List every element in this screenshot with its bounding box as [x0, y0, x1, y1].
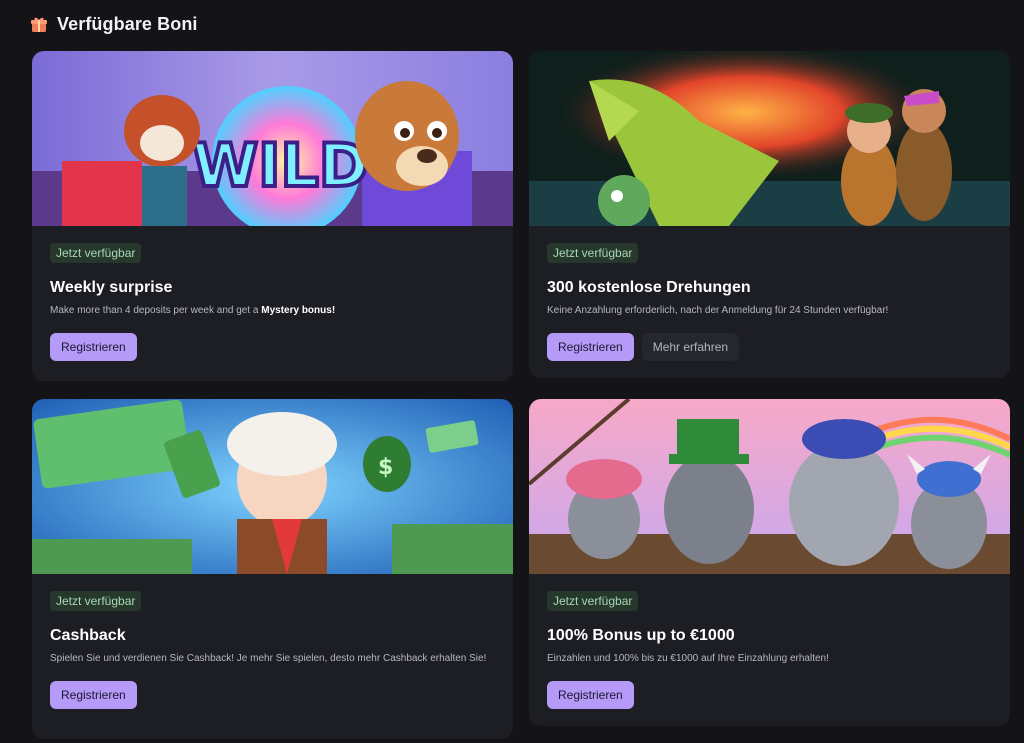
page-title: Verfügbare Boni — [57, 13, 198, 34]
bonus-banner-image — [529, 51, 1010, 226]
register-button[interactable]: Registrieren — [50, 681, 137, 709]
status-badge: Jetzt verfügbar — [547, 591, 639, 611]
bonus-description: Make more than 4 deposits per week and g… — [50, 305, 336, 316]
bonus-banner-image: $ — [32, 399, 513, 574]
bonus-card-deposit-bonus: Jetzt verfügbar 100% Bonus up to €1000 E… — [529, 399, 1010, 726]
status-badge: Jetzt verfügbar — [50, 243, 142, 263]
register-button[interactable]: Registrieren — [50, 333, 137, 361]
bonus-description: Einzahlen und 100% bis zu €1000 auf Ihre… — [547, 653, 829, 664]
bonus-title: 300 kostenlose Drehungen — [547, 279, 751, 296]
bonus-description: Spielen Sie und verdienen Sie Cashback! … — [50, 653, 487, 664]
svg-text:$: $ — [378, 455, 393, 480]
bonus-card-cashback: $ Jetzt verfügbar Cashback Spielen Sie u… — [32, 399, 513, 739]
bonus-card-free-spins: Jetzt verfügbar 300 kostenlose Drehungen… — [529, 51, 1010, 378]
section-header: Verfügbare Boni — [30, 10, 198, 38]
bonus-title: 100% Bonus up to €1000 — [547, 627, 735, 644]
bonus-description: Keine Anzahlung erforderlich, nach der A… — [547, 305, 889, 316]
status-badge: Jetzt verfügbar — [50, 591, 142, 611]
bonus-banner-image: WILD — [32, 51, 513, 226]
register-button[interactable]: Registrieren — [547, 333, 634, 361]
bonus-card-weekly-surprise: WILD Jetzt verfügbar Weekly surprise Mak… — [32, 51, 513, 381]
register-button[interactable]: Registrieren — [547, 681, 634, 709]
bonus-banner-image — [529, 399, 1010, 574]
status-badge: Jetzt verfügbar — [547, 243, 639, 263]
gift-icon — [31, 17, 47, 32]
learn-more-button[interactable]: Mehr erfahren — [641, 333, 740, 361]
bonus-title: Weekly surprise — [50, 279, 173, 296]
svg-text:WILD: WILD — [192, 131, 369, 201]
bonus-title: Cashback — [50, 627, 126, 644]
